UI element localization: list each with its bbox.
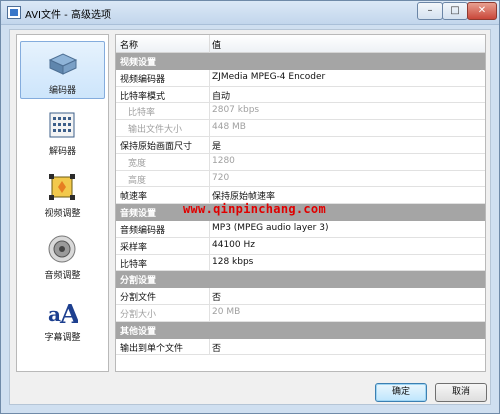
property-row[interactable]: 输出文件大小 448 MB [116,120,485,137]
property-name: 视频编码器 [120,74,166,85]
property-value[interactable]: 44100 Hz [212,240,255,250]
property-row[interactable]: 视频编码器 ZJMedia MPEG-4 Encoder [116,69,485,87]
property-row[interactable]: 比特率 128 kbps [116,254,485,272]
cell-divider [209,170,210,187]
sidebar-item-video-adjust[interactable]: 视频调整 [20,165,105,223]
cell-divider [209,86,210,103]
property-value[interactable]: MP3 (MPEG audio layer 3) [212,223,328,233]
property-name: 帧速率 [120,192,148,203]
app-icon [7,6,21,19]
dialog-client-area: 编码器 解码器 视频调整 音频调整 a A 字幕调整 名称 值 视频设置 视频编… [9,29,491,405]
maximize-button[interactable]: □ [442,2,468,20]
cell-divider [209,153,210,170]
cell-divider [209,187,210,204]
speaker-icon [46,233,78,265]
category-sidebar: 编码器 解码器 视频调整 音频调整 a A 字幕调整 [16,34,109,372]
video-adjust-icon [46,171,78,203]
property-row[interactable]: 宽度 1280 [116,153,485,171]
encoder-icon [47,48,79,80]
section-title: 音频设置 [120,209,157,220]
cell-divider [209,103,210,120]
property-row[interactable]: 音频编码器 MP3 (MPEG audio layer 3) [116,220,485,238]
cell-divider [209,237,210,254]
property-name: 宽度 [128,158,147,169]
property-grid: 名称 值 视频设置视频编码器 ZJMedia MPEG-4 Encoder 比特率模… [115,34,486,372]
property-name: 保持原始画面尺寸 [120,141,193,152]
cell-divider [209,120,210,136]
property-value[interactable]: 保持原始帧速率 [212,189,275,202]
section-title: 其他设置 [120,326,157,337]
property-name: 音频编码器 [120,225,166,236]
property-name: 输出文件大小 [128,125,183,136]
decoder-icon [46,109,78,141]
cell-divider [209,254,210,271]
property-row[interactable]: 输出到单个文件 否 [116,338,485,356]
property-value: 1280 [212,155,235,166]
cell-divider [209,69,210,86]
property-row[interactable]: 帧速率 保持原始帧速率 [116,187,485,205]
sidebar-item-label: 字幕调整 [44,333,81,343]
property-name: 分割文件 [120,293,157,304]
close-button[interactable]: ✕ [467,2,497,20]
property-value: 2807 kbps [212,105,260,116]
sidebar-item-encoder[interactable]: 编码器 [20,41,105,99]
property-value: 720 [212,172,230,183]
property-name: 分割大小 [120,309,157,320]
minimize-button[interactable]: – [417,2,443,20]
property-row[interactable]: 比特率 2807 kbps [116,103,485,121]
section-title: 分割设置 [120,276,157,287]
property-value[interactable]: 否 [212,341,221,354]
property-value[interactable]: 自动 [212,89,230,102]
property-name: 比特率 [120,259,148,270]
property-name: 高度 [128,175,147,186]
property-row[interactable]: 比特率模式 自动 [116,86,485,104]
sidebar-item-subtitle-adjust[interactable]: a A 字幕调整 [20,289,105,347]
property-name: 采样率 [120,242,148,253]
property-value: 448 MB [212,122,246,133]
window-title: AVI文件 - 高级选项 [25,10,111,21]
sidebar-item-label: 音频调整 [44,271,81,281]
section-header-row: 分割设置 [116,271,485,289]
cell-divider [209,136,210,153]
title-bar[interactable]: AVI文件 - 高级选项 – □ ✕ [1,1,499,25]
property-value[interactable]: ZJMedia MPEG-4 Encoder [212,72,325,82]
sidebar-item-label: 视频调整 [44,209,81,219]
property-row[interactable]: 高度 720 [116,170,485,188]
sidebar-item-label: 解码器 [48,147,76,157]
subtitle-icon: a A [46,295,81,330]
section-title: 视频设置 [120,58,157,68]
cell-divider [209,220,210,237]
ok-button[interactable]: 确定 [375,383,427,402]
property-row[interactable]: 分割文件 否 [116,288,485,305]
grid-header: 名称 值 [116,35,485,53]
property-row[interactable]: 分割大小 20 MB [116,304,485,322]
column-header-name[interactable]: 名称 [120,38,138,51]
section-header-row: 音频设置 [116,204,485,221]
property-row[interactable]: 采样率 44100 Hz [116,237,485,255]
cell-divider [209,338,210,355]
cell-divider [209,288,210,304]
sidebar-item-decoder[interactable]: 解码器 [20,103,105,161]
property-name: 比特率模式 [120,91,166,102]
section-header-row: 视频设置 [116,53,485,70]
cancel-button[interactable]: 取消 [435,383,487,402]
property-value[interactable]: 128 kbps [212,257,253,267]
property-value: 20 MB [212,306,241,317]
property-value[interactable]: 是 [212,139,221,152]
sidebar-item-audio-adjust[interactable]: 音频调整 [20,227,105,285]
property-name: 比特率 [128,108,156,119]
property-name: 输出到单个文件 [120,343,184,354]
svg-text:A: A [59,300,78,327]
sidebar-item-label: 编码器 [48,86,76,96]
property-value[interactable]: 否 [212,290,221,303]
cell-divider [209,304,210,321]
dialog-window: AVI文件 - 高级选项 – □ ✕ 编码器 解码器 视频调整 音频调整 a A… [0,0,500,414]
property-rows: 视频设置 视频编码器 ZJMedia MPEG-4 Encoder 比特率模式 自动 比特… [116,53,485,356]
column-divider[interactable] [209,35,210,53]
column-header-value[interactable]: 值 [212,38,221,51]
section-header-row: 其他设置 [116,321,485,339]
property-row[interactable]: 保持原始画面尺寸 是 [116,136,485,154]
